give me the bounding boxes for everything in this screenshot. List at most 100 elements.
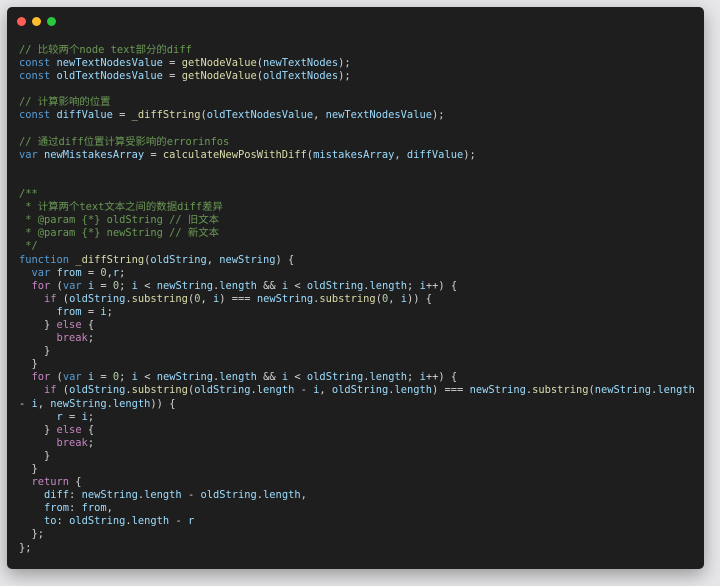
code-token: length: [219, 279, 257, 292]
code-token: -: [181, 489, 201, 502]
code-token: newTextNodesValue: [56, 57, 163, 70]
code-token: ;: [119, 371, 132, 384]
code-token: mistakesArray: [313, 148, 395, 161]
code-token: var: [62, 371, 88, 384]
code-token: length: [256, 384, 295, 397]
code-line: return {: [19, 476, 696, 489]
code-token: // 计算影响的位置: [19, 96, 111, 109]
code-token: length: [369, 371, 408, 384]
code-line: for (var i = 0; i < newString.length && …: [19, 280, 696, 293]
code-token: -: [19, 397, 32, 410]
code-token: );: [338, 57, 351, 70]
code-token: length: [131, 515, 170, 528]
code-token: from: [56, 266, 82, 279]
code-token: oldString: [150, 253, 207, 266]
close-window-button[interactable]: [17, 17, 26, 26]
code-token: break: [19, 332, 88, 345]
code-token: =: [112, 109, 132, 122]
code-token: // 通过diff位置计算受影响的errorinfos: [19, 135, 230, 148]
window-titlebar: [7, 7, 704, 37]
code-token: ;: [87, 410, 95, 423]
code-token: oldString: [306, 371, 364, 384]
code-line: // 计算影响的位置: [19, 96, 696, 109]
code-token: ;: [106, 305, 113, 318]
code-token: newString: [50, 397, 107, 410]
code-token: oldString: [69, 292, 126, 305]
code-token: length: [219, 371, 257, 384]
code-token: newString: [156, 279, 214, 292]
code-token: );: [431, 109, 445, 122]
code-line: - i, newString.length)) {: [19, 398, 696, 411]
code-token: * 计算两个text文本之间的数据diff差异: [19, 201, 223, 214]
code-token: oldTextNodesValue: [56, 70, 163, 83]
code-token: }: [19, 358, 38, 371]
code-token: oldTextNodesValue: [206, 109, 314, 122]
code-line: } else {: [19, 424, 696, 437]
code-token: var: [19, 266, 57, 279]
code-token: * @param {*} newString // 新文本: [19, 227, 220, 240]
code-line: * @param {*} oldString // 旧文本: [19, 214, 696, 227]
code-token: length: [369, 279, 408, 292]
code-token: to: [19, 515, 57, 528]
code-token: newString: [156, 371, 214, 384]
code-token: =: [81, 305, 101, 318]
code-token: ,: [106, 502, 113, 515]
code-token: length: [263, 489, 301, 502]
code-token: ,: [37, 397, 51, 410]
code-token: =: [144, 148, 163, 161]
code-token: _diffString: [131, 109, 201, 122]
code-token: ++) {: [425, 279, 458, 292]
code-token: newString: [469, 384, 526, 397]
code-token: const: [19, 57, 57, 70]
code-token: ,: [206, 253, 220, 266]
code-line: if (oldString.substring(oldString.length…: [19, 384, 696, 397]
code-token: )) {: [150, 397, 176, 410]
code-token: oldString: [331, 384, 389, 397]
code-token: }: [19, 423, 57, 436]
code-token: newString: [256, 292, 314, 305]
code-token: length: [657, 384, 695, 397]
code-block: // 比较两个node text部分的diff const newTextNode…: [19, 44, 696, 555]
code-token: )) {: [407, 292, 433, 305]
code-token: substring: [532, 384, 589, 397]
code-token: else: [56, 318, 82, 331]
code-token: getNodeValue: [181, 57, 257, 70]
code-line: // 比较两个node text部分的diff: [19, 44, 696, 57]
code-line: to: oldString.length - r: [19, 515, 696, 528]
code-token: {: [81, 318, 95, 331]
code-token: );: [463, 148, 476, 161]
code-token: =: [162, 70, 182, 83]
code-token: ;: [87, 332, 95, 345]
code-token: ,: [394, 148, 407, 161]
code-token: }: [19, 449, 51, 462]
code-token: };: [19, 541, 32, 554]
code-token: from: [81, 502, 107, 515]
code-line: */: [19, 240, 696, 253]
code-line: };: [19, 528, 696, 541]
code-token: ;: [407, 371, 420, 384]
code-token: oldString: [194, 384, 251, 397]
code-token: for: [19, 371, 57, 384]
maximize-window-button[interactable]: [47, 17, 56, 26]
code-line: break;: [19, 332, 696, 345]
code-token: // 比较两个node text部分的diff: [19, 44, 192, 56]
code-token: diffValue: [56, 109, 113, 122]
minimize-window-button[interactable]: [32, 17, 41, 26]
code-token: const: [19, 109, 57, 122]
code-token: newTextNodes: [263, 57, 339, 70]
code-token: &&: [256, 279, 282, 292]
code-line: const diffValue = _diffString(oldTextNod…: [19, 109, 696, 122]
code-token: :: [69, 502, 82, 515]
code-token: =: [62, 410, 82, 423]
code-line: const oldTextNodesValue = getNodeValue(o…: [19, 70, 696, 83]
code-token: oldString: [69, 384, 126, 397]
code-line: break;: [19, 437, 696, 450]
code-token: -: [294, 384, 314, 397]
code-token: return: [19, 476, 70, 489]
code-token: ;: [87, 436, 95, 449]
code-token: <: [137, 279, 157, 292]
code-token: ) {: [275, 253, 295, 266]
code-token: ;: [407, 279, 420, 292]
